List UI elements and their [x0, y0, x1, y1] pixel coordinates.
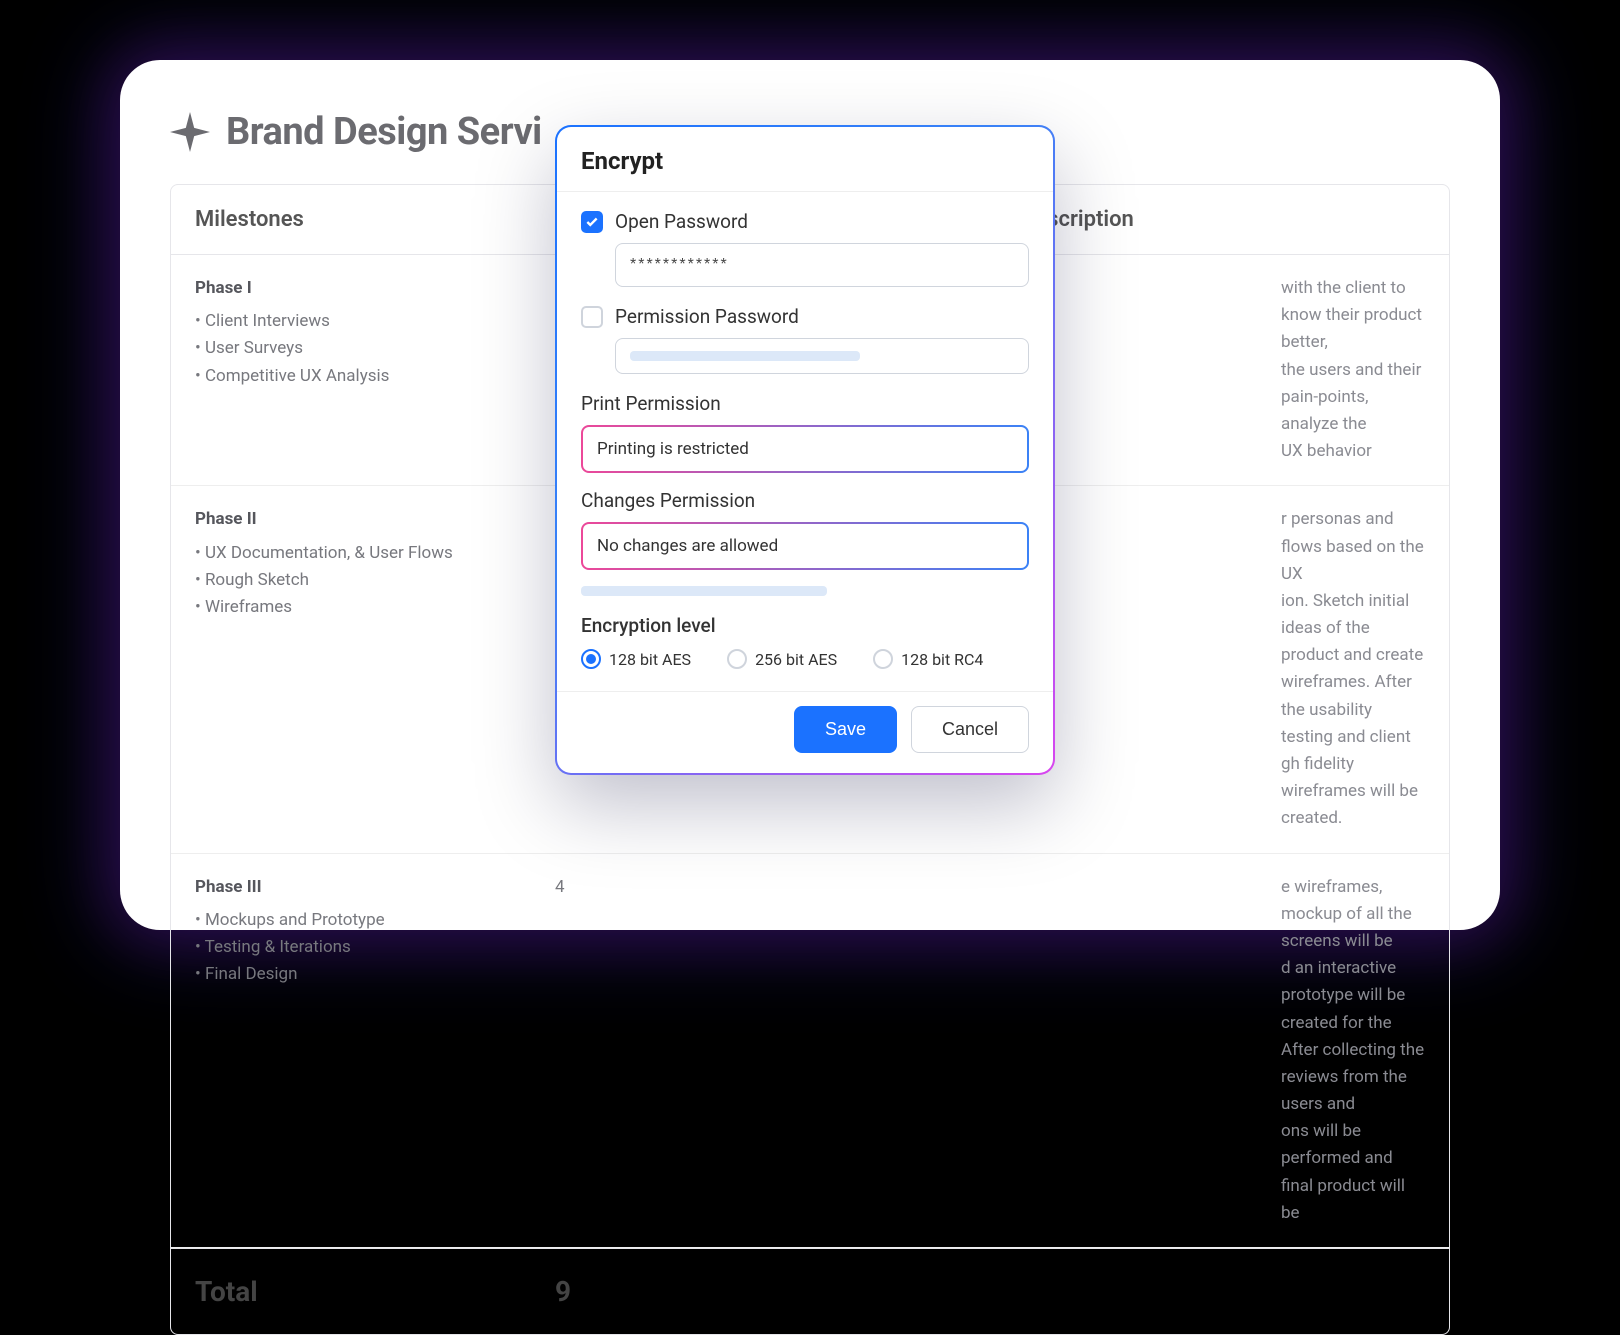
table-row: Phase III Mockups and Prototype Testing … [171, 854, 1449, 1248]
phase-title: Phase I [195, 275, 507, 302]
save-button[interactable]: Save [794, 706, 897, 753]
page-title: Brand Design Servi [226, 110, 542, 154]
radio-128-aes[interactable]: 128 bit AES [581, 649, 691, 669]
col-milestones: Milestones [171, 185, 531, 254]
list-item: Testing & Iterations [195, 934, 507, 961]
open-password-label: Open Password [615, 210, 748, 233]
list-item: Mockups and Prototype [195, 907, 507, 934]
permission-password-label: Permission Password [615, 305, 799, 328]
radio-icon [581, 649, 601, 669]
radio-icon [873, 649, 893, 669]
changes-permission-label: Changes Permission [581, 489, 1029, 512]
print-permission-select[interactable]: Printing is restricted [581, 425, 1029, 473]
encryption-level-label: Encryption level [581, 614, 1029, 637]
radio-256-aes[interactable]: 256 bit AES [727, 649, 837, 669]
total-time: 9 [531, 1249, 891, 1334]
encryption-level-group: 128 bit AES 256 bit AES 128 bit RC4 [581, 649, 1029, 669]
skeleton-bar [581, 586, 827, 596]
changes-permission-select[interactable]: No changes are allowed [581, 522, 1029, 570]
list-item: Competitive UX Analysis [195, 363, 507, 390]
dialog-title: Encrypt [557, 127, 1053, 192]
list-item: Rough Sketch [195, 567, 507, 594]
print-permission-label: Print Permission [581, 392, 1029, 415]
check-icon [585, 215, 599, 229]
open-password-input[interactable] [615, 243, 1029, 287]
list-item: User Surveys [195, 335, 507, 362]
dialog-footer: Save Cancel [557, 691, 1053, 773]
phase-title: Phase III [195, 874, 507, 901]
radio-128-rc4[interactable]: 128 bit RC4 [873, 649, 983, 669]
table-footer: Total 9 [171, 1248, 1449, 1334]
phase-title: Phase II [195, 506, 507, 533]
encrypt-dialog: Encrypt Open Password Permission Passwor… [555, 125, 1055, 775]
list-item: UX Documentation, & User Flows [195, 540, 507, 567]
list-item: Wireframes [195, 594, 507, 621]
open-password-checkbox[interactable] [581, 211, 603, 233]
cancel-button[interactable]: Cancel [911, 706, 1029, 753]
time-cell: 4 [531, 854, 891, 1247]
sparkle-icon [170, 112, 210, 152]
list-item: Final Design [195, 961, 507, 988]
radio-icon [727, 649, 747, 669]
permission-password-input[interactable] [615, 338, 1029, 374]
permission-password-checkbox[interactable] [581, 306, 603, 328]
list-item: Client Interviews [195, 308, 507, 335]
total-label: Total [171, 1249, 531, 1334]
description-cell: e wireframes, mockup of all the screens … [891, 854, 1449, 1247]
